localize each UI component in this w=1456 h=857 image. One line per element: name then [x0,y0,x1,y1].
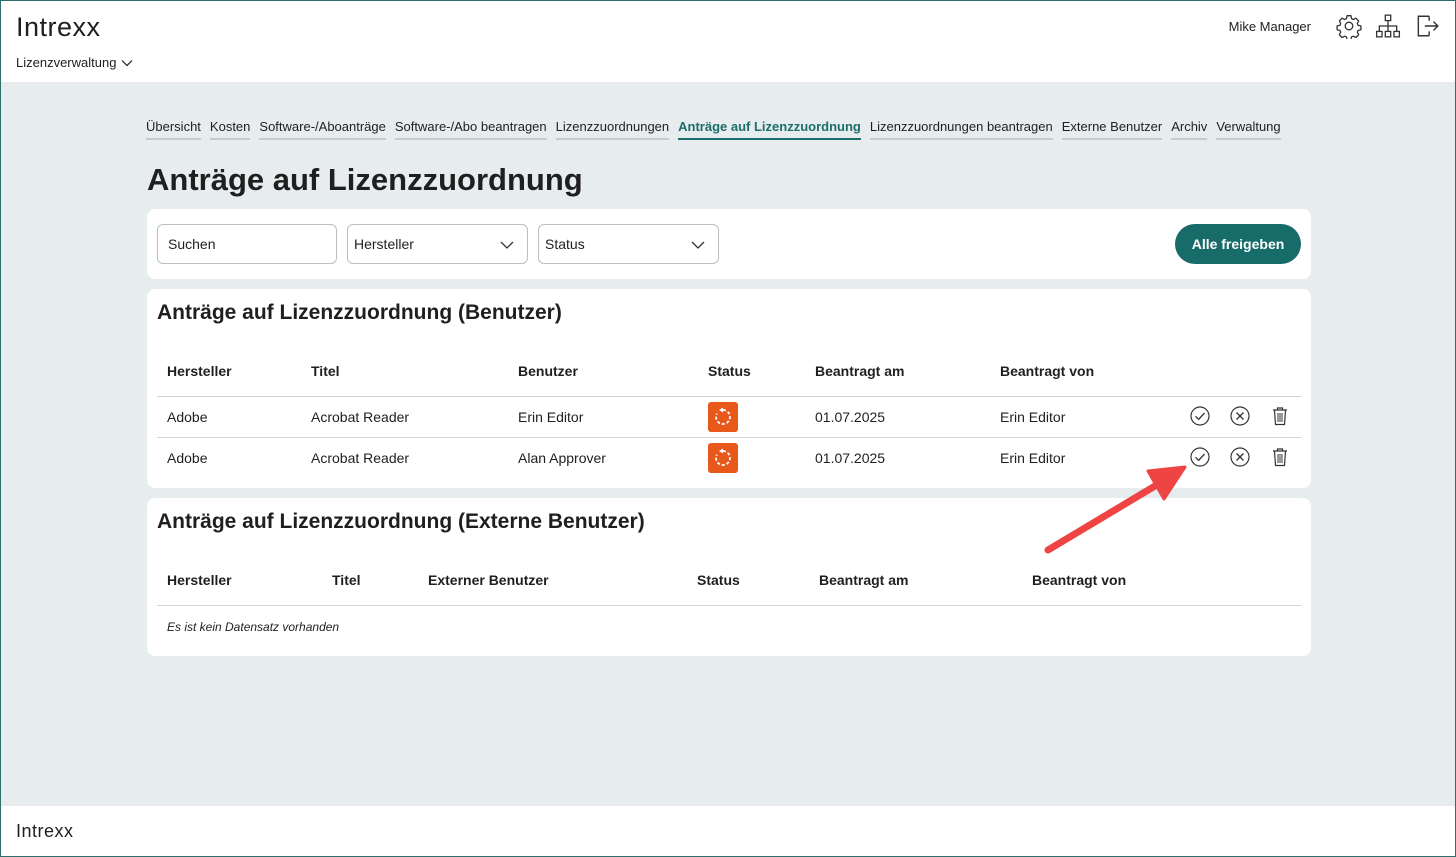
footer-logo: Intrexx [16,821,74,841]
app-menu[interactable]: Lizenzverwaltung [16,55,134,70]
tab-software-aboantraege[interactable]: Software-/Aboanträge [259,119,386,140]
app-header: Intrexx Lizenzverwaltung Mike Manager [0,0,1456,82]
column-benutzer[interactable]: Benutzer [518,363,578,379]
filter-panel: Hersteller Status Alle freigeben [147,209,1311,279]
app-footer: Intrexx [0,806,1456,857]
column-beantragt-am[interactable]: Beantragt am [819,572,908,588]
manufacturer-select[interactable]: Hersteller [347,224,528,264]
column-titel[interactable]: Titel [311,363,340,379]
annotation-arrow-icon [1044,465,1187,554]
tab-externe-benutzer[interactable]: Externe Benutzer [1061,119,1163,140]
column-beantragt-von[interactable]: Beantragt von [1000,363,1094,379]
users-requests-title: Anträge auf Lizenzzuordnung (Benutzer) [157,301,562,324]
cell-beantragt-am: 01.07.2025 [815,450,886,466]
cell-benutzer: Erin Editor [518,409,584,425]
empty-message: Es ist kein Datensatz vorhanden [167,620,340,634]
chevron-down-icon [500,241,514,249]
tab-lizenzzuordnungen-beantragen[interactable]: Lizenzzuordnungen beantragen [869,119,1053,140]
chevron-down-icon [691,241,705,249]
cell-benutzer: Alan Approver [518,450,606,466]
tab-software-abo-beantragen[interactable]: Software-/Abo beantragen [394,119,547,140]
logout-icon[interactable] [1414,13,1440,39]
cell-beantragt-von: Erin Editor [1000,409,1066,425]
tab-lizenzzuordnungen[interactable]: Lizenzzuordnungen [555,119,670,140]
tab-kosten[interactable]: Kosten [209,119,251,140]
chevron-down-icon [122,59,133,66]
manufacturer-select-value: Hersteller [354,236,414,252]
user-area: Mike Manager [1229,13,1440,39]
tab-antraege-auf-lizenzzuordnung[interactable]: Anträge auf Lizenzzuordnung [678,119,861,140]
status-select[interactable]: Status [538,224,719,264]
cell-hersteller: Adobe [167,450,208,466]
tab-verwaltung[interactable]: Verwaltung [1216,119,1281,140]
page-title: Anträge auf Lizenzzuordnung [147,162,583,197]
approve-all-button[interactable]: Alle freigeben [1175,224,1301,264]
sitemap-icon[interactable] [1375,13,1401,39]
column-hersteller[interactable]: Hersteller [167,572,232,588]
table-header: Hersteller Titel Externer Benutzer Statu… [157,568,1301,606]
column-status[interactable]: Status [697,572,740,588]
tab-archiv[interactable]: Archiv [1171,119,1208,140]
cell-titel: Acrobat Reader [311,409,410,425]
pending-status-icon [708,402,738,432]
column-titel[interactable]: Titel [332,572,361,588]
user-name[interactable]: Mike Manager [1229,19,1311,34]
trash-icon[interactable] [1269,405,1291,427]
column-status[interactable]: Status [708,363,751,379]
intrexx-logo[interactable]: Intrexx [16,12,101,43]
external-requests-title: Anträge auf Lizenzzuordnung (Externe Ben… [157,510,645,533]
pending-status-icon [708,443,738,473]
search-input[interactable] [168,236,336,252]
column-beantragt-von[interactable]: Beantragt von [1032,572,1126,588]
reject-x-icon[interactable] [1229,446,1251,468]
tab-uebersicht[interactable]: Übersicht [146,119,201,140]
cell-titel: Acrobat Reader [311,450,410,466]
gear-icon[interactable] [1336,13,1362,39]
table-header: Hersteller Titel Benutzer Status Beantra… [157,359,1301,397]
status-select-value: Status [545,236,585,252]
reject-x-icon[interactable] [1229,405,1251,427]
cell-hersteller: Adobe [167,409,208,425]
column-hersteller[interactable]: Hersteller [167,363,232,379]
column-beantragt-am[interactable]: Beantragt am [815,363,904,379]
trash-icon[interactable] [1269,446,1291,468]
cell-beantragt-am: 01.07.2025 [815,409,886,425]
app-menu-label: Lizenzverwaltung [16,55,117,70]
approve-check-icon[interactable] [1189,405,1211,427]
table-row[interactable]: Adobe Acrobat Reader Erin Editor 01.07.2… [157,397,1301,438]
search-field [157,224,337,264]
tab-bar: Übersicht Kosten Software-/Aboanträge So… [146,119,1281,140]
column-externer-benutzer[interactable]: Externer Benutzer [428,572,549,588]
